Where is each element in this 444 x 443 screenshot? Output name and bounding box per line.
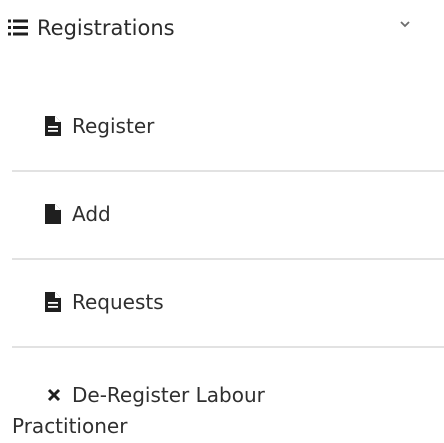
menu-item-label: Add <box>72 202 111 226</box>
file-text-icon <box>45 116 61 136</box>
registrations-label: Registrations <box>37 15 175 40</box>
menu-item-deregister[interactable]: De-Register Labour Practitioner <box>0 368 444 443</box>
menu-item-register[interactable]: Register <box>0 82 444 170</box>
deregister-label-line2: Practitioner <box>12 414 128 438</box>
menu-item-label: Requests <box>72 290 164 314</box>
list-icon <box>8 19 28 36</box>
menu-items: Register Add Requests <box>0 82 444 348</box>
file-text-icon <box>45 292 61 312</box>
file-icon <box>45 204 61 224</box>
divider <box>12 346 444 348</box>
menu-item-label: Register <box>72 114 155 138</box>
menu-item-requests[interactable]: Requests <box>0 258 444 346</box>
close-icon <box>47 388 61 402</box>
registrations-menu: Registrations Register Add Requests De-R… <box>0 0 444 443</box>
deregister-label-line1: De-Register Labour <box>72 383 265 407</box>
menu-item-add[interactable]: Add <box>0 170 444 258</box>
chevron-down-icon[interactable] <box>398 17 412 31</box>
registrations-header[interactable]: Registrations <box>8 0 444 58</box>
